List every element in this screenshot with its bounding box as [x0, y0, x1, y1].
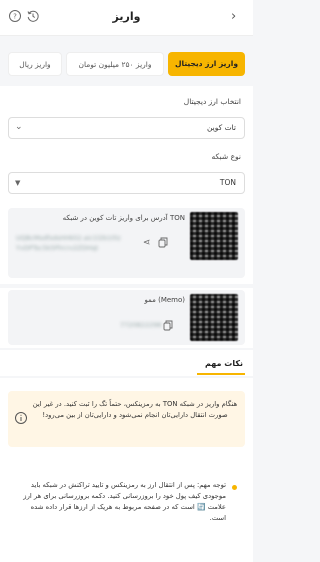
currency-select[interactable]: تات کوین ⌄: [8, 117, 245, 139]
triangle-down-icon: ▼: [15, 179, 21, 187]
memo-box: ممو (Memo) 7720822298: [8, 290, 245, 345]
notes-title: نکات مهم: [205, 359, 243, 368]
address-label: آدرس برای واریز تات کوین در شبکه TON: [62, 214, 185, 222]
network-label: نوع شبکه: [211, 152, 241, 161]
memo-value: 7720822298: [120, 321, 162, 329]
address-value-line1: UQBcMsdfsdsHHkli2.aic1l2b10lz: [16, 234, 121, 242]
currency-value: تات کوین: [206, 123, 236, 132]
tab-250m-deposit[interactable]: واریز ۲۵۰ میلیون تومان: [66, 52, 164, 76]
network-select[interactable]: TON ▼: [8, 172, 245, 194]
address-qr-code[interactable]: [190, 212, 238, 260]
app-header: واریز › ?: [0, 0, 253, 36]
warning-text: هنگام واریز در شبکه TON به رمزینکس، حتما…: [32, 400, 238, 419]
deposit-tabs: واریز ریال واریز ۲۵۰ میلیون تومان واریز …: [8, 52, 245, 76]
tab-rial-deposit[interactable]: واریز ریال: [8, 52, 62, 76]
network-value: TON: [219, 178, 236, 187]
bullet-dot: [232, 485, 237, 490]
share-icon[interactable]: ⋖: [143, 238, 151, 248]
history-icon[interactable]: [26, 9, 40, 23]
currency-label: انتخاب ارز دیجیتال: [183, 97, 241, 106]
tab-crypto-deposit[interactable]: واریز ارز دیجیتال: [168, 52, 245, 76]
svg-text:?: ?: [13, 13, 17, 21]
info-circle-icon: [15, 412, 27, 424]
memo-qr-code[interactable]: [190, 294, 238, 341]
notes-title-underline: [197, 373, 245, 375]
warning-box: هنگام واریز در شبکه TON به رمزینکس، حتما…: [8, 391, 245, 447]
copy-icon[interactable]: [158, 237, 168, 248]
back-chevron-icon[interactable]: ›: [231, 9, 236, 24]
address-box: آدرس برای واریز تات کوین در شبکه TON UQB…: [8, 208, 245, 278]
memo-label: ممو (Memo): [144, 296, 185, 304]
info-text: توجه مهم: پس از انتقال ارز به رمزینکس و …: [23, 481, 226, 522]
address-value-line2: YvDPTsc5k5Plrcrv2ZDHqt: [16, 244, 99, 252]
copy-memo-icon[interactable]: [163, 320, 173, 331]
help-icon[interactable]: ?: [8, 9, 22, 23]
chevron-down-icon: ⌄: [15, 122, 23, 132]
info-note: توجه مهم: پس از انتقال ارز به رمزینکس و …: [8, 466, 245, 538]
